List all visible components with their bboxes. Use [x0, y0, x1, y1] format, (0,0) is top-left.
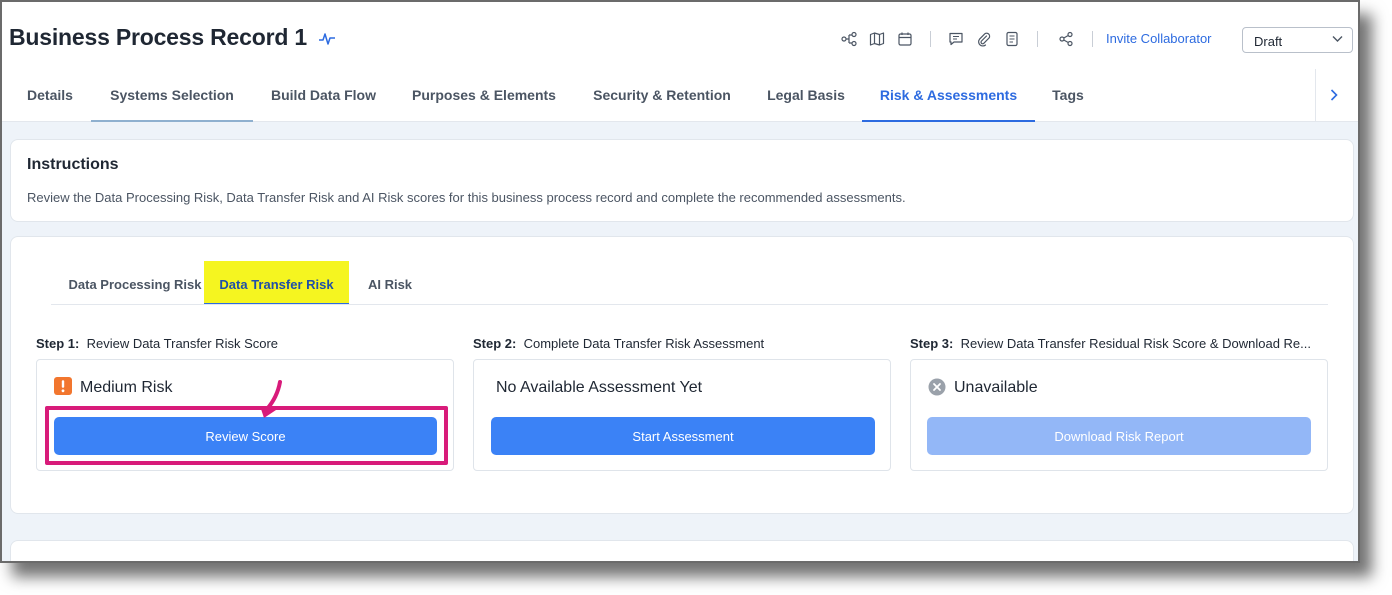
toolbar-divider — [1037, 31, 1038, 47]
paperclip-icon[interactable] — [976, 31, 992, 47]
instructions-text: Review the Data Processing Risk, Data Tr… — [27, 190, 906, 205]
tab-systems-selection[interactable]: Systems Selection — [91, 69, 253, 122]
step-2-number: Step 2: — [473, 336, 517, 351]
step-2-label: Step 2: Complete Data Transfer Risk Asse… — [473, 336, 893, 351]
app-window: Business Process Record 1 Invite Collabo… — [0, 0, 1360, 563]
step-1-status: Medium Risk — [80, 379, 173, 396]
top-bar: Business Process Record 1 Invite Collabo… — [2, 2, 1358, 122]
subtabs-divider — [51, 304, 1328, 305]
start-assessment-button[interactable]: Start Assessment — [491, 417, 875, 455]
tab-data-processing-risk[interactable]: Data Processing Risk — [43, 261, 227, 305]
step-3-status: Unavailable — [954, 379, 1038, 396]
share-icon[interactable] — [1058, 31, 1074, 47]
step-2-status: No Available Assessment Yet — [496, 379, 703, 396]
status-select[interactable]: Draft — [1242, 27, 1353, 53]
step-1-number: Step 1: — [36, 336, 80, 351]
step-2-text: Complete Data Transfer Risk Assessment — [523, 336, 765, 351]
tab-build-data-flow[interactable]: Build Data Flow — [253, 69, 394, 122]
step-3-box: Unavailable Download Risk Report — [910, 359, 1328, 471]
step-3-number: Step 3: — [910, 336, 954, 351]
step-2-box: No Available Assessment Yet Start Assess… — [473, 359, 891, 471]
tab-risk-assessments[interactable]: Risk & Assessments — [862, 69, 1035, 122]
annotation-highlight — [45, 406, 448, 465]
tab-legal-basis[interactable]: Legal Basis — [750, 69, 862, 122]
toolbar-divider — [1092, 31, 1093, 47]
next-card — [10, 540, 1354, 561]
workflow-icon[interactable] — [841, 31, 857, 47]
arrow-annotation-icon — [260, 380, 282, 418]
chevron-down-icon — [1332, 36, 1343, 42]
tab-details[interactable]: Details — [10, 69, 90, 122]
warning-icon — [54, 377, 72, 395]
map-icon[interactable] — [869, 31, 885, 47]
pulse-icon[interactable] — [318, 31, 336, 47]
instructions-title: Instructions — [27, 156, 119, 173]
toolbar-divider — [930, 31, 931, 47]
tab-data-transfer-risk[interactable]: Data Transfer Risk — [204, 261, 349, 305]
tab-purposes-elements[interactable]: Purposes & Elements — [394, 69, 574, 122]
calendar-icon[interactable] — [897, 31, 913, 47]
tab-ai-risk[interactable]: AI Risk — [357, 261, 423, 305]
download-risk-report-button[interactable]: Download Risk Report — [927, 417, 1311, 455]
status-select-value: Draft — [1254, 34, 1283, 49]
step-1-text: Review Data Transfer Risk Score — [86, 336, 279, 351]
instructions-card: Instructions Review the Data Processing … — [10, 139, 1354, 222]
step-1-label: Step 1: Review Data Transfer Risk Score — [36, 336, 456, 351]
comment-icon[interactable] — [948, 31, 964, 47]
invite-collaborator-link[interactable]: Invite Collaborator — [1106, 31, 1212, 46]
tab-security-retention[interactable]: Security & Retention — [574, 69, 750, 122]
risk-card: Data Processing Risk Data Transfer Risk … — [10, 236, 1354, 514]
x-circle-icon — [928, 378, 946, 396]
tabs-divider — [1315, 69, 1316, 122]
step-3-text: Review Data Transfer Residual Risk Score… — [960, 336, 1312, 351]
chevron-right-icon[interactable] — [1327, 88, 1341, 102]
notes-icon[interactable] — [1004, 31, 1020, 47]
step-3-label: Step 3: Review Data Transfer Residual Ri… — [910, 336, 1330, 351]
page-title: Business Process Record 1 — [9, 24, 307, 50]
tab-tags[interactable]: Tags — [1035, 69, 1101, 122]
